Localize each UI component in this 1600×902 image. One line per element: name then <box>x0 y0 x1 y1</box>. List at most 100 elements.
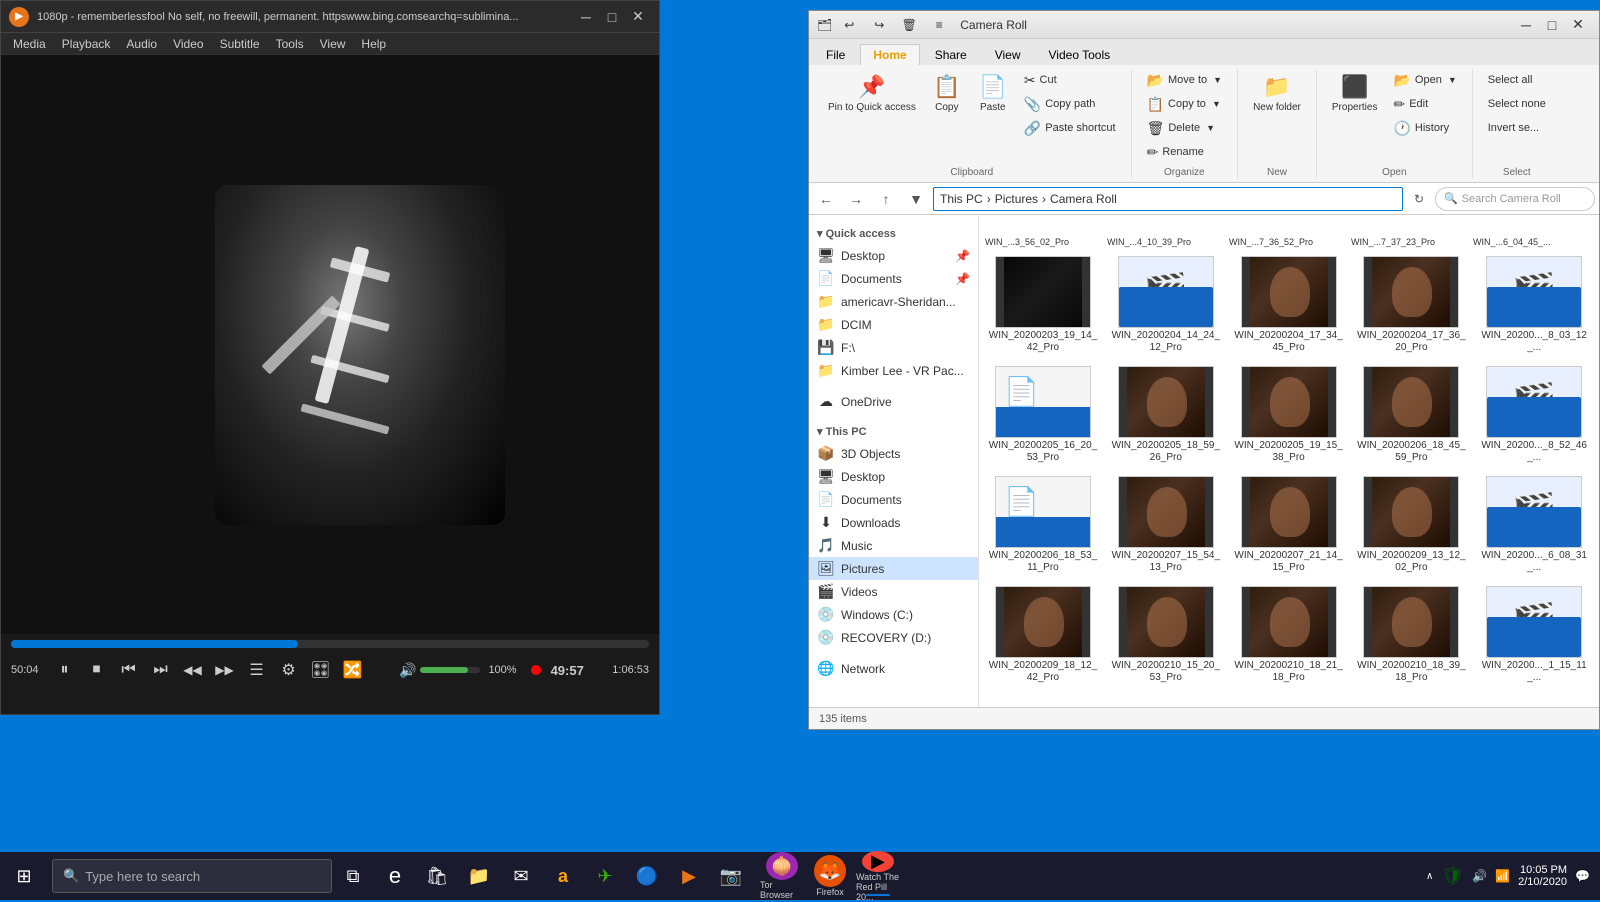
notifications-button[interactable]: 💬 <box>1575 869 1590 883</box>
file-item-11[interactable]: WIN_20200207_15_54_13_Pro <box>1106 471 1226 579</box>
search-box[interactable]: 🔍 Search Camera Roll <box>1435 187 1595 211</box>
sidebar-item-documents[interactable]: 📄 Documents 📌 <box>809 267 978 290</box>
properties-button[interactable]: ⬛ Properties <box>1325 69 1385 118</box>
file-grid-container[interactable]: WIN_...3_56_02_Pro WIN_...4_10_39_Pro WI… <box>979 215 1599 707</box>
sidebar-item-downloads[interactable]: ⬇ Downloads <box>809 511 978 534</box>
file-item-0[interactable]: WIN_20200203_19_14_42_Pro <box>983 251 1103 359</box>
paste-shortcut-button[interactable]: 🔗 Paste shortcut <box>1017 117 1123 139</box>
delete-button[interactable]: 🗑 Delete ▼ <box>1140 117 1230 139</box>
file-item-4[interactable]: 🎬WIN_20200..._8_03_12_... <box>1474 251 1594 359</box>
stop-button[interactable]: ⏹ <box>83 656 111 684</box>
move-to-button[interactable]: 📂 Move to ▼ <box>1140 69 1230 91</box>
frame-next-button[interactable]: ▶▶ <box>211 656 239 684</box>
amazon-button[interactable]: a <box>542 852 584 900</box>
next-button[interactable]: ⏭ <box>147 656 175 684</box>
sidebar-item-videos[interactable]: 🎬 Videos <box>809 580 978 603</box>
file-item-2[interactable]: WIN_20200204_17_34_45_Pro <box>1229 251 1349 359</box>
playlist-button[interactable]: ☰ <box>243 656 271 684</box>
top-file-2[interactable]: WIN_...4_10_39_Pro <box>1105 219 1225 249</box>
sidebar-item-recovery-d[interactable]: 💿 RECOVERY (D:) <box>809 626 978 649</box>
camera-button[interactable]: 📷 <box>710 852 752 900</box>
file-item-6[interactable]: WIN_20200205_18_59_26_Pro <box>1106 361 1226 469</box>
pin-to-quick-access-button[interactable]: 📌 Pin to Quick access <box>821 69 923 119</box>
this-pc-chevron[interactable]: ▾ <box>817 426 823 438</box>
file-item-15[interactable]: WIN_20200209_18_12_42_Pro <box>983 581 1103 689</box>
forward-button[interactable]: → <box>843 186 869 212</box>
new-folder-button[interactable]: 📁 New folder <box>1246 69 1308 118</box>
app7-button[interactable]: 🔵 <box>626 852 668 900</box>
extended-settings-button[interactable]: ⚙ <box>275 656 303 684</box>
file-item-18[interactable]: WIN_20200210_18_39_18_Pro <box>1351 581 1471 689</box>
recent-locations-button[interactable]: ▼ <box>903 186 929 212</box>
taskbar-app-firefox[interactable]: 🦊 Firefox <box>808 852 852 900</box>
open-button[interactable]: 📂 Open ▼ <box>1386 69 1463 91</box>
file-item-1[interactable]: 🎬WIN_20200204_14_24_12_Pro <box>1106 251 1226 359</box>
vpn-button[interactable]: ▶ <box>668 852 710 900</box>
sidebar-item-desktop2[interactable]: 🖥 Desktop <box>809 465 978 488</box>
progress-bar[interactable] <box>11 640 649 648</box>
vlc-menu-media[interactable]: Media <box>5 33 54 55</box>
ribbon-tab-share[interactable]: Share <box>922 44 980 65</box>
taskbar-app-video[interactable]: ▶ Watch The Red Pill 20... <box>856 852 900 900</box>
file-item-12[interactable]: WIN_20200207_21_14_15_Pro <box>1229 471 1349 579</box>
redo-button[interactable]: ↪ <box>866 12 892 38</box>
top-file-4[interactable]: WIN_...7_37_23_Pro <box>1349 219 1469 249</box>
start-button[interactable]: ⊞ <box>0 852 48 900</box>
sidebar-item-dcim[interactable]: 📁 DCIM <box>809 313 978 336</box>
properties-toolbar-button[interactable]: ≡ <box>926 12 952 38</box>
vlc-maximize-button[interactable]: □ <box>599 4 625 30</box>
sidebar-item-kimber[interactable]: 📁 Kimber Lee - VR Pac... <box>809 359 978 382</box>
file-item-14[interactable]: 🎬WIN_20200..._6_08_31_... <box>1474 471 1594 579</box>
select-all-button[interactable]: Select all <box>1481 69 1553 91</box>
sidebar-item-windows-c[interactable]: 💿 Windows (C:) <box>809 603 978 626</box>
vlc-minimize-button[interactable]: ─ <box>573 4 599 30</box>
file-item-16[interactable]: WIN_20200210_15_20_53_Pro <box>1106 581 1226 689</box>
edge-button[interactable]: e <box>374 852 416 900</box>
file-item-13[interactable]: WIN_20200209_13_12_02_Pro <box>1351 471 1471 579</box>
sidebar-item-americavr[interactable]: 📁 americavr-Sheridan... <box>809 290 978 313</box>
tripadvisor-button[interactable]: ✈ <box>584 852 626 900</box>
vlc-menu-subtitle[interactable]: Subtitle <box>212 33 268 55</box>
sidebar-item-onedrive[interactable]: ☁ OneDrive <box>809 390 978 413</box>
store-button[interactable]: 🛍 <box>416 852 458 900</box>
quick-access-chevron[interactable]: ▾ <box>817 228 823 240</box>
explorer-close-button[interactable]: ✕ <box>1565 12 1591 38</box>
camera-roll-crumb[interactable]: Camera Roll <box>1050 192 1117 206</box>
cut-button[interactable]: ✂ Cut <box>1017 69 1123 91</box>
edit-button[interactable]: ✏ Edit <box>1386 93 1463 115</box>
explorer-maximize-button[interactable]: □ <box>1539 12 1565 38</box>
random-button[interactable]: 🔀 <box>339 656 367 684</box>
ribbon-tab-file[interactable]: File <box>813 44 858 65</box>
file-item-19[interactable]: 🎬WIN_20200..._1_15_11_... <box>1474 581 1594 689</box>
top-file-5[interactable]: WIN_...6_04_45_... <box>1471 219 1591 249</box>
notification-chevron[interactable]: ∧ <box>1426 871 1433 882</box>
vlc-menu-help[interactable]: Help <box>353 33 394 55</box>
sidebar-item-desktop[interactable]: 🖥 Desktop 📌 <box>809 244 978 267</box>
file-item-10[interactable]: 📄WIN_20200206_18_53_11_Pro <box>983 471 1103 579</box>
top-file-3[interactable]: WIN_...7_36_52_Pro <box>1227 219 1347 249</box>
vlc-menu-view[interactable]: View <box>312 33 354 55</box>
undo-button[interactable]: ↩ <box>836 12 862 38</box>
volume-taskbar-icon[interactable]: 🔊 <box>1472 869 1487 883</box>
effects-button[interactable]: 🎛 <box>307 656 335 684</box>
this-pc-crumb[interactable]: This PC <box>940 192 983 206</box>
sidebar-item-network[interactable]: 🌐 Network <box>809 657 978 680</box>
file-item-3[interactable]: WIN_20200204_17_36_20_Pro <box>1351 251 1471 359</box>
vlc-menu-audio[interactable]: Audio <box>118 33 165 55</box>
taskbar-search[interactable]: 🔍 Type here to search <box>52 859 332 893</box>
copy-to-button[interactable]: 📋 Copy to ▼ <box>1140 93 1230 115</box>
vlc-menu-playback[interactable]: Playback <box>54 33 119 55</box>
copy-button[interactable]: 📋 Copy <box>925 69 969 118</box>
up-button[interactable]: ↑ <box>873 186 899 212</box>
file-item-7[interactable]: WIN_20200205_19_15_38_Pro <box>1229 361 1349 469</box>
paste-button[interactable]: 📄 Paste <box>971 69 1015 118</box>
copy-path-button[interactable]: 📎 Copy path <box>1017 93 1123 115</box>
mail-button[interactable]: ✉ <box>500 852 542 900</box>
vlc-close-button[interactable]: ✕ <box>625 4 651 30</box>
explorer-minimize-button[interactable]: ─ <box>1513 12 1539 38</box>
delete-toolbar-button[interactable]: 🗑 <box>896 12 922 38</box>
play-pause-button[interactable]: ⏸ <box>51 656 79 684</box>
pictures-crumb[interactable]: Pictures <box>995 192 1038 206</box>
rename-button[interactable]: ✏ Rename <box>1140 141 1230 163</box>
refresh-button[interactable]: ↻ <box>1407 187 1431 211</box>
